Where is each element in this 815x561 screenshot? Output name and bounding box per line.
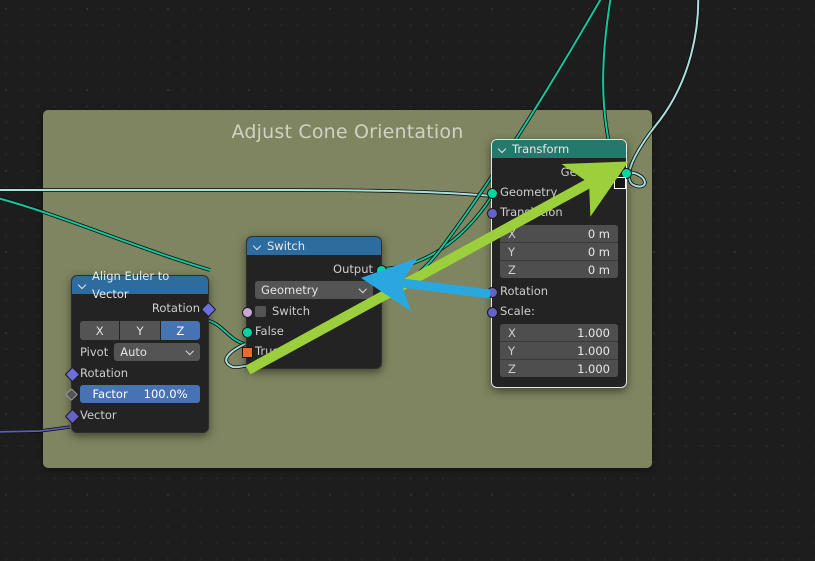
- output-row-geometry: Geometry: [492, 162, 632, 182]
- input-socket-switch[interactable]: [241, 306, 253, 318]
- output-label-rotation: Rotation: [151, 301, 200, 315]
- input-row-rotation: Rotation: [486, 281, 626, 301]
- node-switch[interactable]: Switch Output Geometry Switch False True: [241, 236, 387, 369]
- scale-fields[interactable]: X 1.000 Y 1.000 Z 1.000: [492, 324, 626, 377]
- scale-z-value: 1.000: [577, 361, 610, 376]
- factor-slider[interactable]: Factor 100.0%: [80, 385, 200, 403]
- factor-label: Factor: [92, 387, 128, 401]
- scale-z-field[interactable]: Z 1.000: [500, 360, 618, 377]
- node-header-transform[interactable]: Transform: [492, 140, 626, 158]
- axis-toggle-z[interactable]: Z: [160, 321, 200, 340]
- factor-value: 100.0%: [143, 387, 188, 401]
- node-header-switch[interactable]: Switch: [247, 237, 381, 255]
- input-label-geometry: Geometry: [500, 185, 558, 199]
- input-row-switch: Switch: [241, 301, 381, 321]
- input-row-false: False: [241, 321, 381, 341]
- input-row-rotation: Rotation: [64, 363, 208, 383]
- translation-x-value: 0 m: [587, 226, 610, 241]
- translation-x-field[interactable]: X 0 m: [500, 225, 618, 243]
- translation-y-label: Y: [508, 244, 516, 259]
- node-title: Switch: [267, 239, 306, 253]
- translation-z-label: Z: [508, 262, 516, 277]
- input-row-geometry: Geometry: [486, 182, 626, 202]
- scale-y-field[interactable]: Y 1.000: [500, 342, 618, 360]
- selection-marker: [614, 177, 626, 189]
- translation-fields[interactable]: X 0 m Y 0 m Z 0 m: [492, 225, 626, 278]
- data-type-value: Geometry: [261, 283, 319, 297]
- input-socket-rotation[interactable]: [486, 286, 498, 298]
- collapse-chevron-icon[interactable]: [253, 242, 262, 251]
- scale-x-field[interactable]: X 1.000: [500, 324, 618, 342]
- chevron-down-icon: [360, 286, 367, 293]
- pivot-label: Pivot: [80, 345, 109, 359]
- scale-y-value: 1.000: [577, 343, 610, 358]
- output-socket-output[interactable]: [375, 264, 387, 276]
- input-label-true: True: [255, 344, 280, 358]
- pivot-dropdown[interactable]: Auto: [114, 343, 200, 361]
- scale-x-value: 1.000: [577, 325, 610, 340]
- input-label-switch: Switch: [272, 304, 311, 318]
- node-title: Transform: [512, 142, 570, 156]
- scale-x-label: X: [508, 325, 516, 340]
- collapse-chevron-icon[interactable]: [78, 281, 87, 290]
- input-row-translation: Translation: [486, 202, 626, 222]
- chevron-down-icon: [187, 348, 194, 355]
- output-label-output: Output: [333, 262, 373, 276]
- pivot-row: Pivot Auto: [80, 343, 200, 361]
- input-label-scale: Scale:: [500, 304, 535, 318]
- collapse-chevron-icon[interactable]: [498, 145, 507, 154]
- axis-toggle-group[interactable]: X Y Z: [80, 321, 200, 340]
- translation-z-field[interactable]: Z 0 m: [500, 261, 618, 278]
- input-row-vector: Vector: [64, 405, 208, 425]
- switch-checkbox[interactable]: [255, 305, 266, 317]
- node-header-align-euler-to-vector[interactable]: Align Euler to Vector: [72, 269, 208, 301]
- node-align-euler-to-vector[interactable]: Align Euler to Vector Rotation X Y Z Piv…: [64, 269, 216, 433]
- translation-z-value: 0 m: [587, 262, 610, 277]
- translation-y-value: 0 m: [587, 244, 610, 259]
- input-row-true: True: [241, 341, 381, 361]
- input-row-scale: Scale:: [486, 301, 626, 321]
- input-socket-geometry[interactable]: [486, 187, 498, 199]
- translation-y-field[interactable]: Y 0 m: [500, 243, 618, 261]
- pivot-value: Auto: [120, 345, 147, 359]
- input-socket-scale[interactable]: [486, 306, 498, 318]
- input-label-vector: Vector: [80, 408, 117, 422]
- node-editor-canvas[interactable]: Adjust Cone Orientation Align Euler to V…: [0, 0, 815, 561]
- input-socket-translation[interactable]: [486, 207, 498, 219]
- input-label-rotation: Rotation: [500, 284, 549, 298]
- scale-y-label: Y: [508, 343, 516, 358]
- scale-z-label: Z: [508, 361, 516, 376]
- translation-x-label: X: [508, 226, 516, 241]
- node-transform[interactable]: Transform Geometry Geometry Translation …: [486, 139, 632, 388]
- output-label-geometry: Geometry: [560, 165, 618, 179]
- input-socket-false[interactable]: [241, 326, 253, 338]
- input-label-rotation: Rotation: [80, 366, 129, 380]
- output-row-rotation: Rotation: [72, 298, 216, 318]
- input-row-factor: Factor 100.0%: [64, 383, 208, 405]
- input-label-false: False: [255, 324, 284, 338]
- output-row-output: Output: [247, 259, 387, 279]
- axis-toggle-y[interactable]: Y: [120, 321, 160, 340]
- data-type-dropdown[interactable]: Geometry: [255, 281, 373, 299]
- input-socket-true[interactable]: [241, 346, 253, 358]
- input-label-translation: Translation: [500, 205, 563, 219]
- axis-toggle-x[interactable]: X: [80, 321, 120, 340]
